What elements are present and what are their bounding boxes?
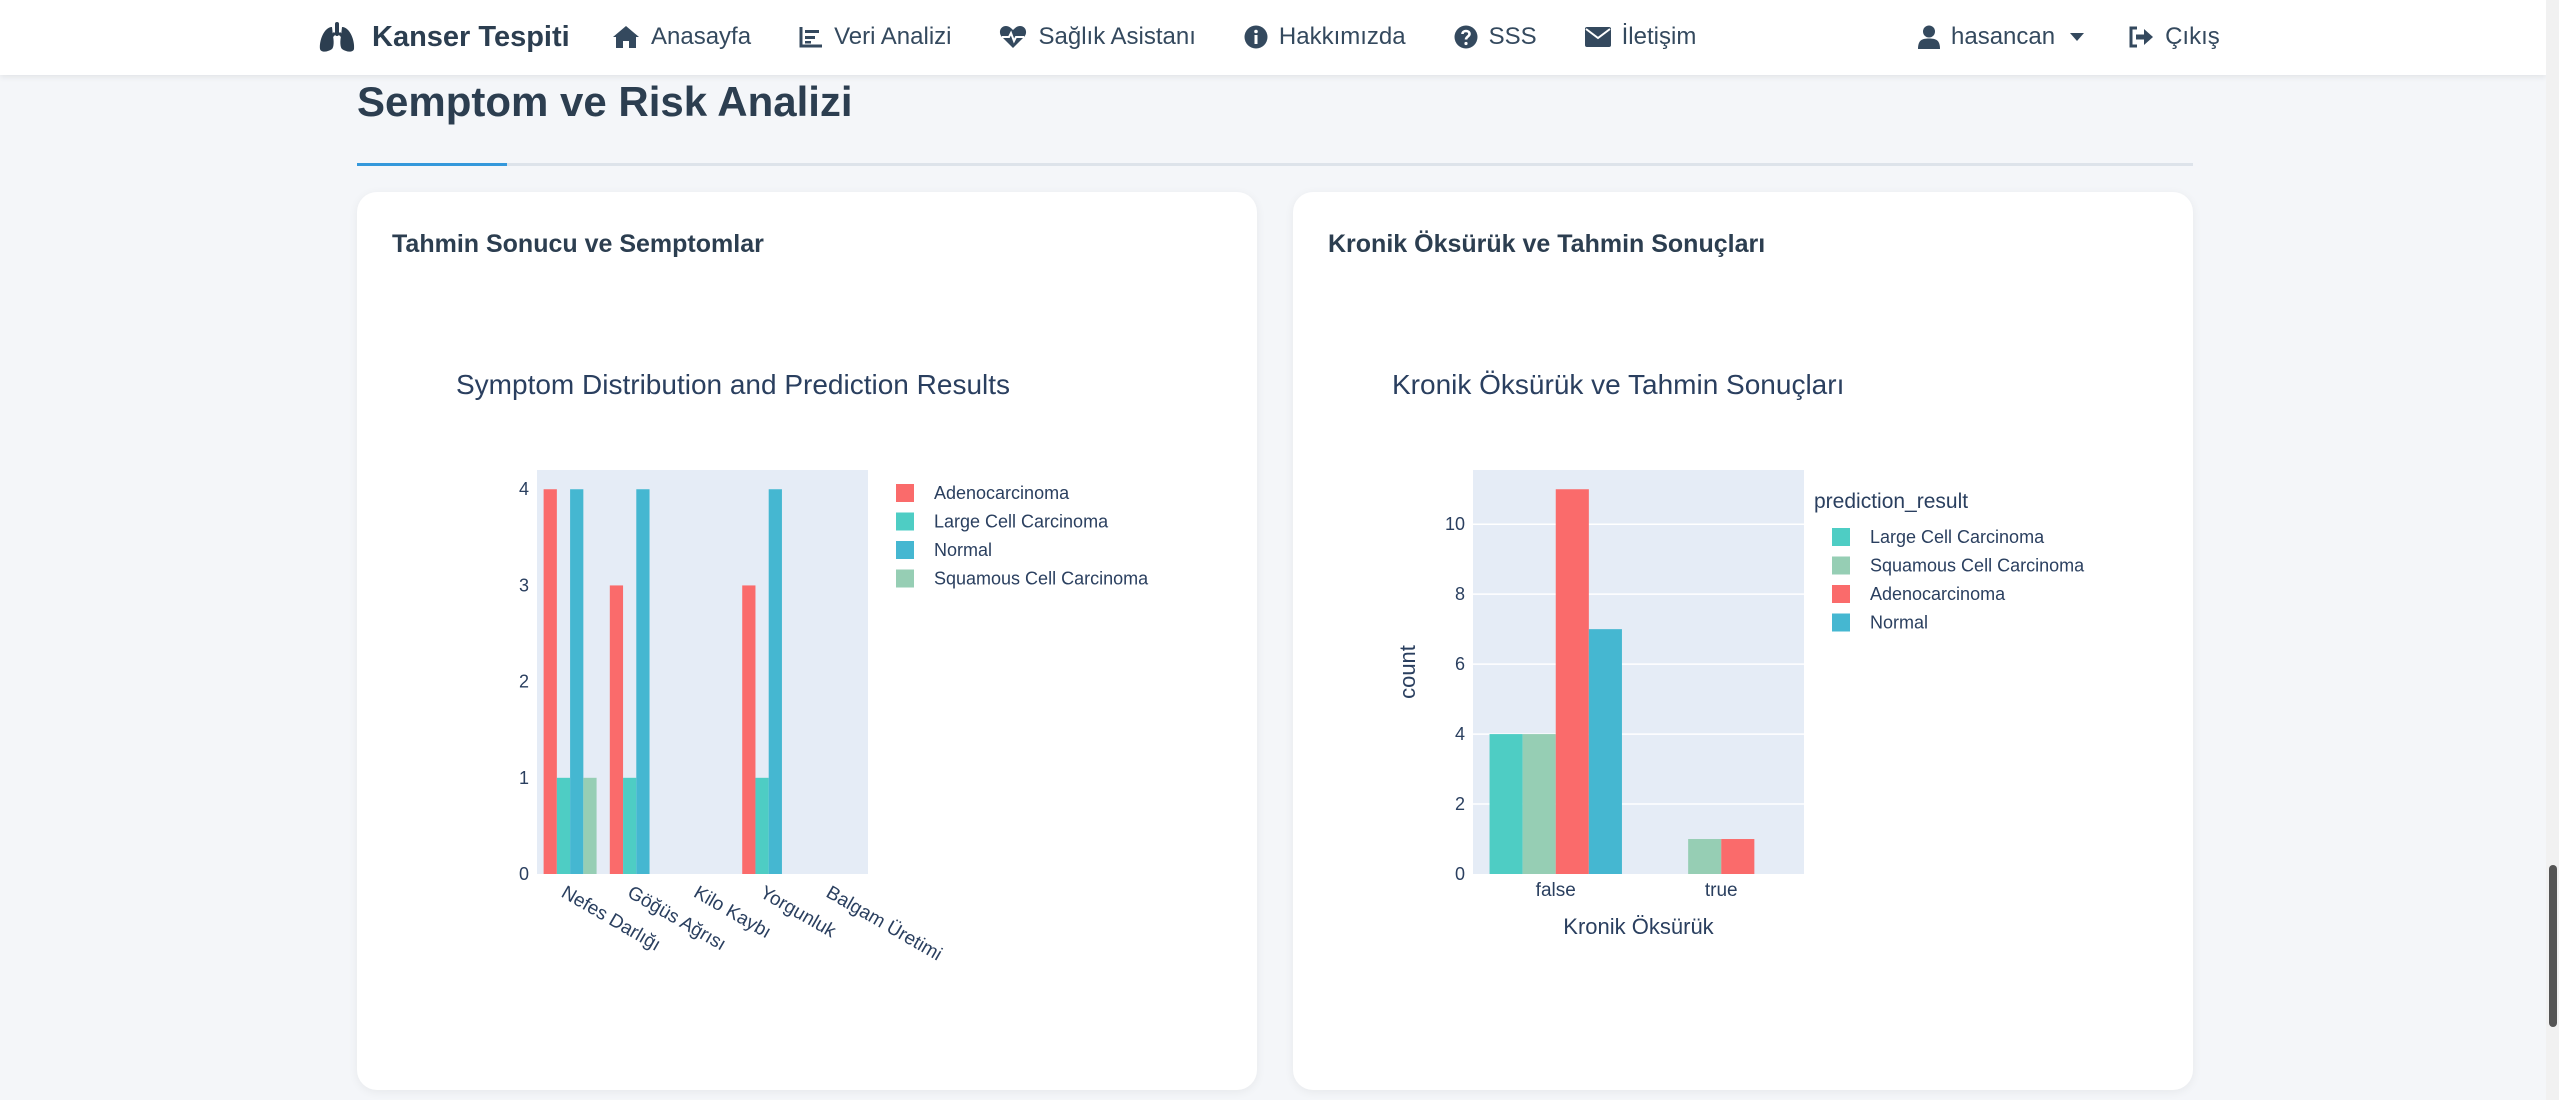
logout-label: Çıkış [2165, 23, 2220, 50]
bar [1489, 734, 1523, 874]
bar [768, 489, 782, 874]
section-divider [357, 163, 2193, 166]
scrollbar-thumb[interactable] [2549, 865, 2557, 1027]
envelope-icon [1584, 27, 1611, 47]
heart-pulse-icon [999, 25, 1027, 49]
brand[interactable]: Kanser Tespiti [318, 16, 570, 58]
nav-link-label: SSS [1488, 23, 1537, 50]
top-navbar: Kanser Tespiti Anasayfa Veri Analizi Sağ… [0, 0, 2546, 75]
y-tick-label: 4 [519, 479, 529, 499]
nav-link-veri-analizi[interactable]: Veri Analizi [799, 23, 951, 51]
legend-label: Large Cell Carcinoma [1870, 527, 2045, 547]
y-tick-label: 3 [519, 575, 529, 595]
y-tick-label: 4 [1455, 724, 1465, 744]
info-circle-icon [1244, 25, 1268, 49]
user-nav: hasancan Çıkış [1918, 16, 2220, 58]
nav-link-label: Sağlık Asistanı [1038, 23, 1196, 50]
chart-title: Kronik Öksürük ve Tahmin Sonuçları [1392, 369, 1844, 400]
legend-label: Squamous Cell Carcinoma [934, 569, 1149, 589]
symptom-chart-card: Tahmin Sonucu ve Semptomlar Symptom Dist… [357, 192, 1257, 1090]
question-circle-icon [1454, 25, 1478, 49]
symptom-distribution-chart[interactable]: Symptom Distribution and Prediction Resu… [357, 192, 1257, 1090]
bar [583, 777, 597, 874]
caret-down-icon [2070, 33, 2085, 41]
legend-swatch [896, 512, 914, 531]
y-tick-label: 8 [1455, 584, 1465, 604]
legend-label: Large Cell Carcinoma [934, 512, 1109, 532]
legend-swatch [1832, 613, 1850, 632]
legend-label: Adenocarcinoma [1870, 584, 2006, 604]
y-axis-title: count [1395, 645, 1420, 699]
nav-link-anasayfa[interactable]: Anasayfa [612, 23, 751, 51]
bar [1688, 839, 1722, 874]
legend-swatch [1832, 585, 1850, 603]
legend-label: Normal [934, 540, 992, 560]
bar [556, 777, 571, 874]
legend-label: Normal [1870, 613, 1928, 633]
nav-link-label: Hakkımızda [1278, 23, 1406, 50]
home-icon [612, 25, 640, 49]
lungs-icon [318, 21, 356, 53]
nav-link-label: Anasayfa [651, 23, 752, 50]
nav-link-saglik-asistani[interactable]: Sağlık Asistanı [999, 23, 1196, 51]
legend-swatch [1832, 556, 1850, 575]
nav-link-sss[interactable]: SSS [1454, 23, 1537, 51]
logout-link[interactable]: Çıkış [2128, 23, 2220, 51]
bar [609, 585, 624, 874]
bar [1555, 489, 1589, 874]
y-tick-label: 1 [519, 768, 529, 788]
chronic-cough-chart-card: Kronik Öksürük ve Tahmin Sonuçları Kroni… [1293, 192, 2193, 1090]
x-axis-title: Kronik Öksürük [1563, 914, 1714, 939]
y-tick-label: 6 [1455, 654, 1465, 674]
legend-swatch [1832, 528, 1850, 546]
main-nav: Anasayfa Veri Analizi Sağlık Asistanı Ha… [612, 16, 1744, 58]
section-divider-accent [357, 163, 507, 166]
legend-swatch [896, 484, 914, 502]
legend-label: Squamous Cell Carcinoma [1870, 556, 2085, 576]
nav-link-hakkimizda[interactable]: Hakkımızda [1244, 23, 1406, 51]
bar [570, 489, 584, 874]
bar [742, 585, 756, 874]
x-tick-label: true [1705, 880, 1738, 901]
y-tick-label: 2 [519, 672, 529, 692]
bar [623, 777, 637, 874]
bar [1588, 629, 1622, 874]
bar [543, 489, 557, 874]
legend-label: Adenocarcinoma [934, 483, 1070, 503]
y-tick-label: 0 [519, 864, 529, 884]
x-tick-label: false [1536, 880, 1576, 901]
chart-title: Symptom Distribution and Prediction Resu… [456, 369, 1010, 400]
y-tick-label: 2 [1455, 794, 1465, 814]
bar [636, 489, 650, 874]
legend-title: prediction_result [1814, 490, 1968, 513]
x-tick-label: Balgam Üretimi [822, 882, 945, 965]
sign-out-icon [2128, 26, 2154, 48]
brand-title: Kanser Tespiti [372, 20, 570, 53]
chronic-cough-chart[interactable]: Kronik Öksürük ve Tahmin Sonuçları 0 2 4 6 8 1… [1293, 192, 2193, 1090]
bar [1721, 839, 1755, 874]
chart-line-icon [799, 26, 823, 48]
bar [1522, 734, 1556, 874]
bar [755, 777, 769, 874]
nav-link-label: İletişim [1621, 23, 1697, 50]
legend-swatch [896, 569, 914, 588]
section-title: Semptom ve Risk Analizi [357, 78, 853, 125]
user-dropdown[interactable]: hasancan [1918, 23, 2085, 51]
legend-swatch [896, 541, 914, 559]
user-name: hasancan [1951, 23, 2056, 50]
y-tick-label: 10 [1445, 514, 1465, 534]
nav-link-label: Veri Analizi [834, 23, 952, 50]
y-tick-label: 0 [1455, 864, 1465, 884]
user-icon [1918, 25, 1940, 49]
nav-link-iletisim[interactable]: İletişim [1584, 23, 1697, 51]
